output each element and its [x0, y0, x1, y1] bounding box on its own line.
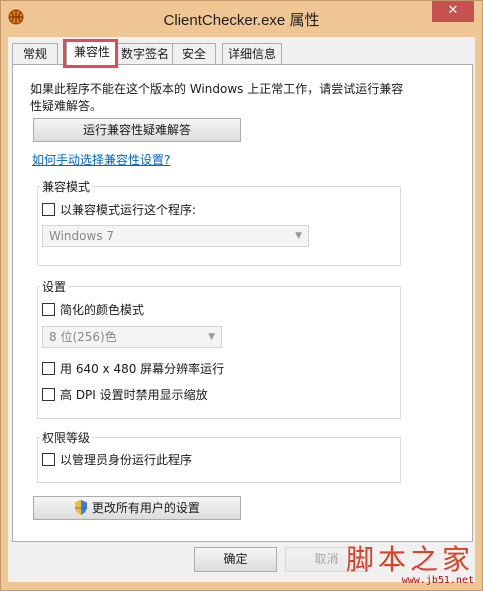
os-version-select[interactable]: Windows 7 ▼ [42, 225, 309, 247]
compat-mode-checkbox-label: 以兼容模式运行这个程序: [60, 203, 197, 217]
dpi-checkbox[interactable] [42, 388, 55, 401]
admin-row[interactable]: 以管理员身份运行此程序 [42, 452, 192, 468]
resolution-label: 用 640 x 480 屏幕分辨率运行 [60, 362, 225, 376]
compat-mode-group: 兼容模式 以兼容模式运行这个程序: Windows 7 ▼ [37, 178, 401, 266]
tab-digital-signature[interactable]: 数字签名 [116, 43, 174, 65]
color-mode-select[interactable]: 8 位(256)色 ▼ [42, 326, 222, 348]
compatibility-panel: 如果此程序不能在这个版本的 Windows 上正常工作，请尝试运行兼容性疑难解答… [12, 64, 473, 542]
tab-general[interactable]: 常规 [12, 43, 58, 65]
dpi-row[interactable]: 高 DPI 设置时禁用显示缩放 [42, 387, 208, 403]
color-mode-value: 8 位(256)色 [49, 330, 117, 344]
admin-label: 以管理员身份运行此程序 [60, 453, 193, 467]
ok-button[interactable]: 确定 [194, 547, 277, 572]
reduced-color-row[interactable]: 简化的颜色模式 [42, 302, 144, 318]
compat-mode-label: 兼容模式 [40, 178, 93, 195]
resolution-row[interactable]: 用 640 x 480 屏幕分辨率运行 [42, 361, 224, 377]
run-troubleshooter-button[interactable]: 运行兼容性疑难解答 [33, 118, 241, 142]
settings-group: 设置 简化的颜色模式 8 位(256)色 ▼ 用 640 x 480 屏幕分辨率… [37, 278, 401, 419]
tab-security[interactable]: 安全 [172, 43, 216, 65]
dialog-client-area: 常规 兼容性 数字签名 安全 详细信息 如果此程序不能在这个版本的 Window… [8, 37, 475, 582]
compat-mode-checkbox[interactable] [42, 203, 55, 216]
change-all-users-label: 更改所有用户的设置 [91, 501, 200, 515]
reduced-color-label: 简化的颜色模式 [60, 303, 145, 317]
window-title: ClientChecker.exe 属性 [163, 12, 320, 29]
tab-strip: 常规 兼容性 数字签名 安全 详细信息 [8, 37, 475, 68]
admin-checkbox[interactable] [42, 453, 55, 466]
title-bar[interactable]: ClientChecker.exe 属性 ✕ [1, 1, 482, 37]
watermark-title: 脚本之家 [345, 543, 474, 576]
tab-highlight-annotation [63, 39, 118, 68]
reduced-color-checkbox[interactable] [42, 303, 55, 316]
change-all-users-button[interactable]: 更改所有用户的设置 [33, 496, 241, 520]
manual-compat-settings-link[interactable]: 如何手动选择兼容性设置? [32, 151, 170, 168]
compat-mode-checkbox-row[interactable]: 以兼容模式运行这个程序: [42, 202, 196, 218]
settings-label: 设置 [40, 278, 69, 295]
dpi-label: 高 DPI 设置时禁用显示缩放 [60, 388, 208, 402]
properties-dialog: ClientChecker.exe 属性 ✕ 常规 兼容性 数字签名 安全 详细… [0, 0, 483, 591]
uac-shield-icon [75, 499, 88, 515]
os-version-value: Windows 7 [49, 229, 115, 243]
close-button[interactable]: ✕ [432, 1, 474, 22]
resolution-checkbox[interactable] [42, 362, 55, 375]
chevron-down-icon: ▼ [295, 231, 302, 241]
privilege-label: 权限等级 [40, 429, 93, 446]
tab-details[interactable]: 详细信息 [222, 43, 282, 65]
privilege-group: 权限等级 以管理员身份运行此程序 [37, 429, 401, 483]
site-watermark: 脚本之家 www.jb51.net [345, 543, 474, 587]
chevron-down-icon: ▼ [208, 332, 215, 342]
watermark-url: www.jb51.net [401, 575, 474, 586]
compat-description: 如果此程序不能在这个版本的 Windows 上正常工作，请尝试运行兼容性疑难解答… [30, 82, 404, 113]
